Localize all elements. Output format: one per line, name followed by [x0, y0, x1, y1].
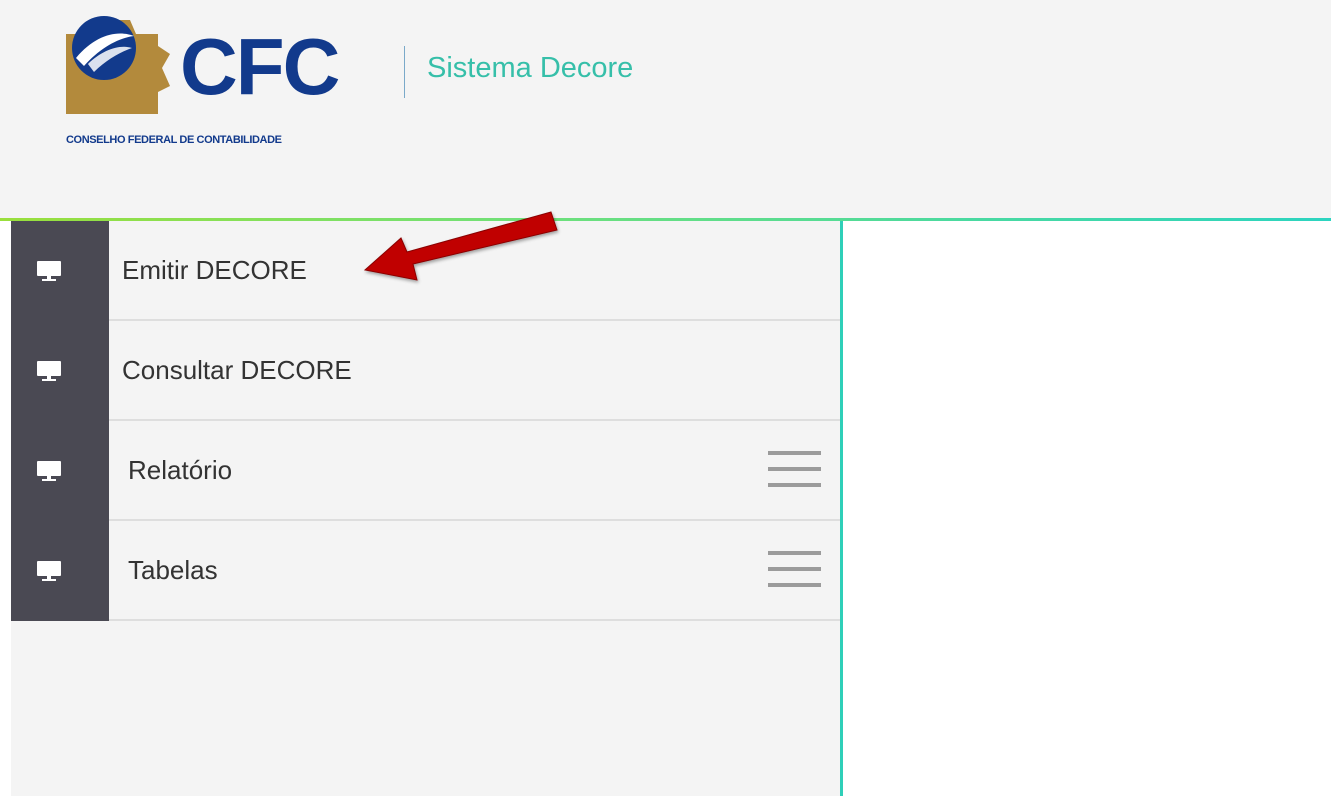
logo-caption: CONSELHO FEDERAL DE CONTABILIDADE — [66, 134, 282, 146]
system-title: Sistema Decore — [427, 52, 634, 84]
menu-icon-cell — [11, 421, 109, 521]
hamburger-menu-icon[interactable] — [768, 551, 822, 591]
menu-icon-cell — [11, 221, 109, 321]
sidebar-item-tabelas[interactable]: Tabelas — [11, 521, 840, 621]
app-header: CFC CONSELHO FEDERAL DE CONTABILIDADE Si… — [0, 0, 1331, 219]
sidebar-right-border — [840, 221, 843, 796]
sidebar-item-consultar-decore[interactable]: Consultar DECORE — [11, 321, 840, 421]
monitor-icon — [37, 261, 61, 281]
header-divider — [404, 46, 405, 98]
sidebar-item-relatorio[interactable]: Relatório — [11, 421, 840, 521]
red-arrow-icon — [363, 211, 558, 281]
monitor-icon — [37, 461, 61, 481]
logo-wordmark: CFC — [180, 22, 340, 111]
sidebar-item-label: Emitir DECORE — [122, 255, 307, 285]
sidebar-item-label: Relatório — [128, 455, 233, 485]
hamburger-menu-icon[interactable] — [768, 451, 822, 491]
sidebar-menu: Emitir DECORE Consultar DECORE Relatório — [11, 221, 840, 796]
sidebar-item-label: Tabelas — [128, 555, 218, 585]
sidebar-item-label: Consultar DECORE — [122, 355, 352, 385]
menu-icon-cell — [11, 521, 109, 621]
monitor-icon — [37, 361, 61, 381]
menu-icon-cell — [11, 321, 109, 421]
cfc-logo[interactable]: CFC CONSELHO FEDERAL DE CONTABILIDADE — [64, 14, 384, 154]
monitor-icon — [37, 561, 61, 581]
cfc-emblem-icon — [66, 16, 170, 114]
